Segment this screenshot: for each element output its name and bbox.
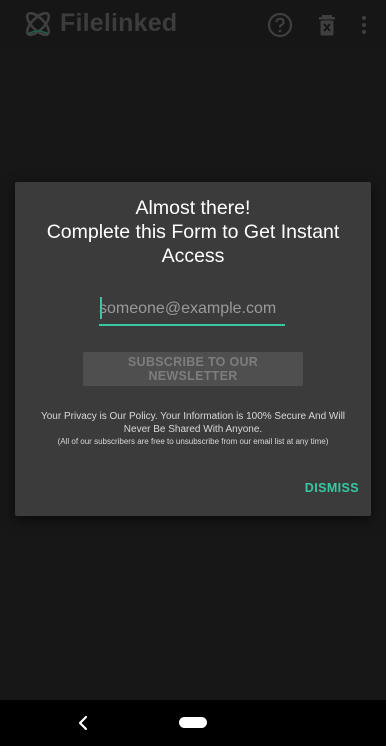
email-field[interactable] (99, 296, 285, 326)
privacy-text: Your Privacy is Our Policy. Your Informa… (40, 411, 346, 435)
app-bar: Filelinked (0, 0, 386, 50)
dialog-title-line2: Complete this Form to Get Instant Access (46, 221, 340, 267)
subscribe-button[interactable]: SUBSCRIBE TO OUR NEWSLETTER (83, 352, 303, 386)
screen: Filelinked Almost there! Complete this F… (0, 0, 386, 746)
dialog-title-line1: Almost there! (135, 197, 251, 219)
dismiss-button[interactable]: DISMISS (285, 476, 359, 500)
more-vert-icon[interactable] (357, 12, 371, 38)
dialog-title: Almost there! Complete this Form to Get … (25, 196, 361, 268)
home-pill-icon[interactable] (179, 717, 207, 728)
subscribe-dialog: Almost there! Complete this Form to Get … (15, 182, 371, 516)
back-icon[interactable] (76, 714, 90, 732)
app-title: Filelinked (60, 9, 178, 37)
unsubscribe-note: (All of our subscribers are free to unsu… (57, 437, 329, 446)
trash-icon[interactable] (314, 12, 340, 38)
text-cursor (100, 297, 102, 319)
help-icon[interactable] (267, 12, 293, 38)
logo-icon (25, 11, 51, 37)
system-nav-bar (0, 700, 386, 746)
